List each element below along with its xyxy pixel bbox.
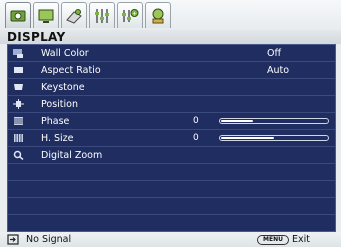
source-icon — [66, 8, 82, 24]
picture-icon — [10, 10, 26, 21]
menu-item-label: Aspect Ratio — [41, 65, 101, 76]
menu-item-keystone[interactable]: Keystone — [8, 79, 335, 96]
tab-display[interactable] — [33, 2, 59, 28]
tab-advanced[interactable]: + — [117, 2, 143, 28]
menu-empty-row — [8, 215, 335, 232]
menu-item-value: Off — [267, 48, 282, 59]
advanced-icon: + — [122, 8, 139, 22]
digital-zoom-icon — [13, 150, 24, 160]
tab-settings[interactable] — [89, 2, 115, 28]
tab-picture[interactable] — [5, 2, 31, 28]
menu-item-label: Wall Color — [41, 48, 89, 59]
menu-empty-row — [8, 164, 335, 181]
menu-item-label: Digital Zoom — [41, 150, 103, 161]
tab-source[interactable] — [61, 2, 87, 28]
h-size-value: 0 — [193, 133, 199, 143]
exit-label: Exit — [292, 234, 310, 245]
menu-item-label: Phase — [41, 116, 70, 127]
menu-item-label: H. Size — [41, 133, 74, 144]
phase-slider[interactable] — [219, 118, 329, 124]
menu-empty-row — [8, 198, 335, 215]
menu-item-aspect-ratio[interactable]: Aspect Ratio Auto — [8, 62, 335, 79]
tab-information[interactable] — [145, 2, 171, 28]
phase-icon — [14, 117, 23, 125]
h-size-slider-fill — [221, 137, 274, 139]
phase-slider-fill — [221, 120, 253, 122]
hsize-icon — [14, 134, 23, 142]
menu-item-label: Position — [41, 99, 78, 110]
menu-item-position[interactable]: Position — [8, 96, 335, 113]
wall-color-icon — [13, 49, 23, 58]
display-icon — [38, 9, 54, 23]
menu-empty-row — [8, 181, 335, 198]
keystone-icon — [14, 84, 23, 90]
aspect-ratio-icon — [14, 67, 23, 73]
menu-panel: Wall Color Off Aspect Ratio Auto Keyston… — [7, 44, 336, 232]
menu-item-digital-zoom[interactable]: Digital Zoom — [8, 147, 335, 164]
page-title: DISPLAY — [7, 30, 66, 44]
menu-item-phase[interactable]: Phase 0 — [8, 113, 335, 130]
menu-item-label: Keystone — [41, 82, 85, 93]
phase-value: 0 — [193, 116, 199, 126]
menu-item-wall-color[interactable]: Wall Color Off — [8, 45, 335, 62]
information-icon — [152, 8, 164, 23]
h-size-slider[interactable] — [219, 135, 329, 141]
tab-bar: + — [0, 0, 341, 30]
menu-button[interactable]: MENU — [257, 235, 289, 245]
input-source-icon — [7, 234, 19, 245]
settings-icon — [95, 8, 109, 23]
signal-status: No Signal — [26, 234, 72, 245]
menu-item-h-size[interactable]: H. Size 0 — [8, 130, 335, 147]
status-bar: No Signal MENU Exit — [0, 232, 341, 247]
menu-item-value: Auto — [267, 65, 290, 76]
menu-title-bar: DISPLAY — [0, 30, 341, 44]
svg-text:+: + — [132, 10, 137, 17]
position-icon — [13, 99, 24, 109]
